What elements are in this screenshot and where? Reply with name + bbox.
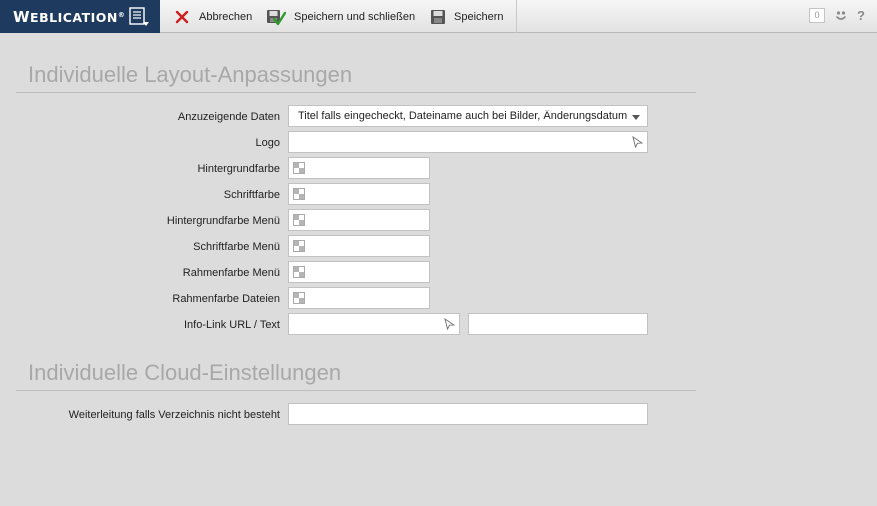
font-color-menu-input[interactable] — [288, 235, 430, 257]
link-picker-icon[interactable] — [632, 136, 643, 148]
bg-color-label: Hintergrundfarbe — [197, 163, 280, 175]
layout-section-title: Individuelle Layout-Anpassungen — [28, 62, 353, 87]
document-menu-icon[interactable] — [128, 6, 150, 28]
link-picker-icon[interactable] — [444, 318, 455, 330]
info-link-url-input[interactable] — [288, 313, 460, 335]
close-icon — [175, 10, 189, 23]
notification-badge[interactable]: 0 — [809, 8, 825, 23]
display-data-select[interactable]: Titel falls eingecheckt, Dateiname auch … — [288, 105, 648, 127]
font-color-input[interactable] — [288, 183, 430, 205]
color-swatch-icon[interactable] — [293, 214, 305, 226]
logo-label: Logo — [255, 137, 280, 149]
color-swatch-icon[interactable] — [293, 188, 305, 200]
border-color-files-input[interactable] — [288, 287, 430, 309]
toolbar: WEBLICATION® Abbrechen Speichern und sch… — [0, 0, 877, 33]
user-online-icon[interactable] — [834, 8, 848, 24]
bg-color-menu-label: Hintergrundfarbe Menü — [166, 215, 280, 227]
color-swatch-icon[interactable] — [293, 292, 305, 304]
cancel-label: Abbrechen — [199, 10, 253, 23]
display-data-value: Titel falls eingecheckt, Dateiname auch … — [298, 110, 627, 122]
info-link-label: Info-Link URL / Text — [184, 319, 280, 331]
border-color-menu-label: Rahmenfarbe Menü — [182, 267, 280, 279]
save-button[interactable]: Speichern — [430, 0, 504, 33]
bg-color-menu-input[interactable] — [288, 209, 430, 231]
section-divider — [16, 92, 696, 93]
help-icon[interactable]: ? — [857, 8, 865, 24]
save-and-close-label: Speichern und schließen — [294, 10, 416, 23]
brand-logo: WEBLICATION® — [13, 8, 126, 26]
font-color-label: Schriftfarbe — [223, 189, 280, 201]
border-color-menu-input[interactable] — [288, 261, 430, 283]
color-swatch-icon[interactable] — [293, 240, 305, 252]
info-link-text-input[interactable] — [468, 313, 648, 335]
redirect-input[interactable] — [288, 403, 648, 425]
save-and-close-button[interactable]: Speichern und schließen — [266, 0, 415, 33]
color-swatch-icon[interactable] — [293, 266, 305, 278]
save-check-icon — [267, 9, 286, 25]
border-color-files-label: Rahmenfarbe Dateien — [172, 293, 280, 305]
redirect-label: Weiterleitung falls Verzeichnis nicht be… — [68, 409, 280, 421]
chevron-down-icon — [632, 115, 640, 120]
save-icon — [431, 9, 445, 24]
cancel-button[interactable]: Abbrechen — [173, 0, 252, 33]
logo-input[interactable] — [288, 131, 648, 153]
toolbar-divider — [516, 0, 517, 33]
section-divider — [16, 390, 696, 391]
color-swatch-icon[interactable] — [293, 162, 305, 174]
bg-color-input[interactable] — [288, 157, 430, 179]
brand-area: WEBLICATION® — [0, 0, 160, 33]
font-color-menu-label: Schriftfarbe Menü — [193, 241, 280, 253]
cloud-section-title: Individuelle Cloud-Einstellungen — [28, 360, 342, 385]
display-data-label: Anzuzeigende Daten — [177, 111, 280, 123]
save-label: Speichern — [454, 10, 504, 23]
